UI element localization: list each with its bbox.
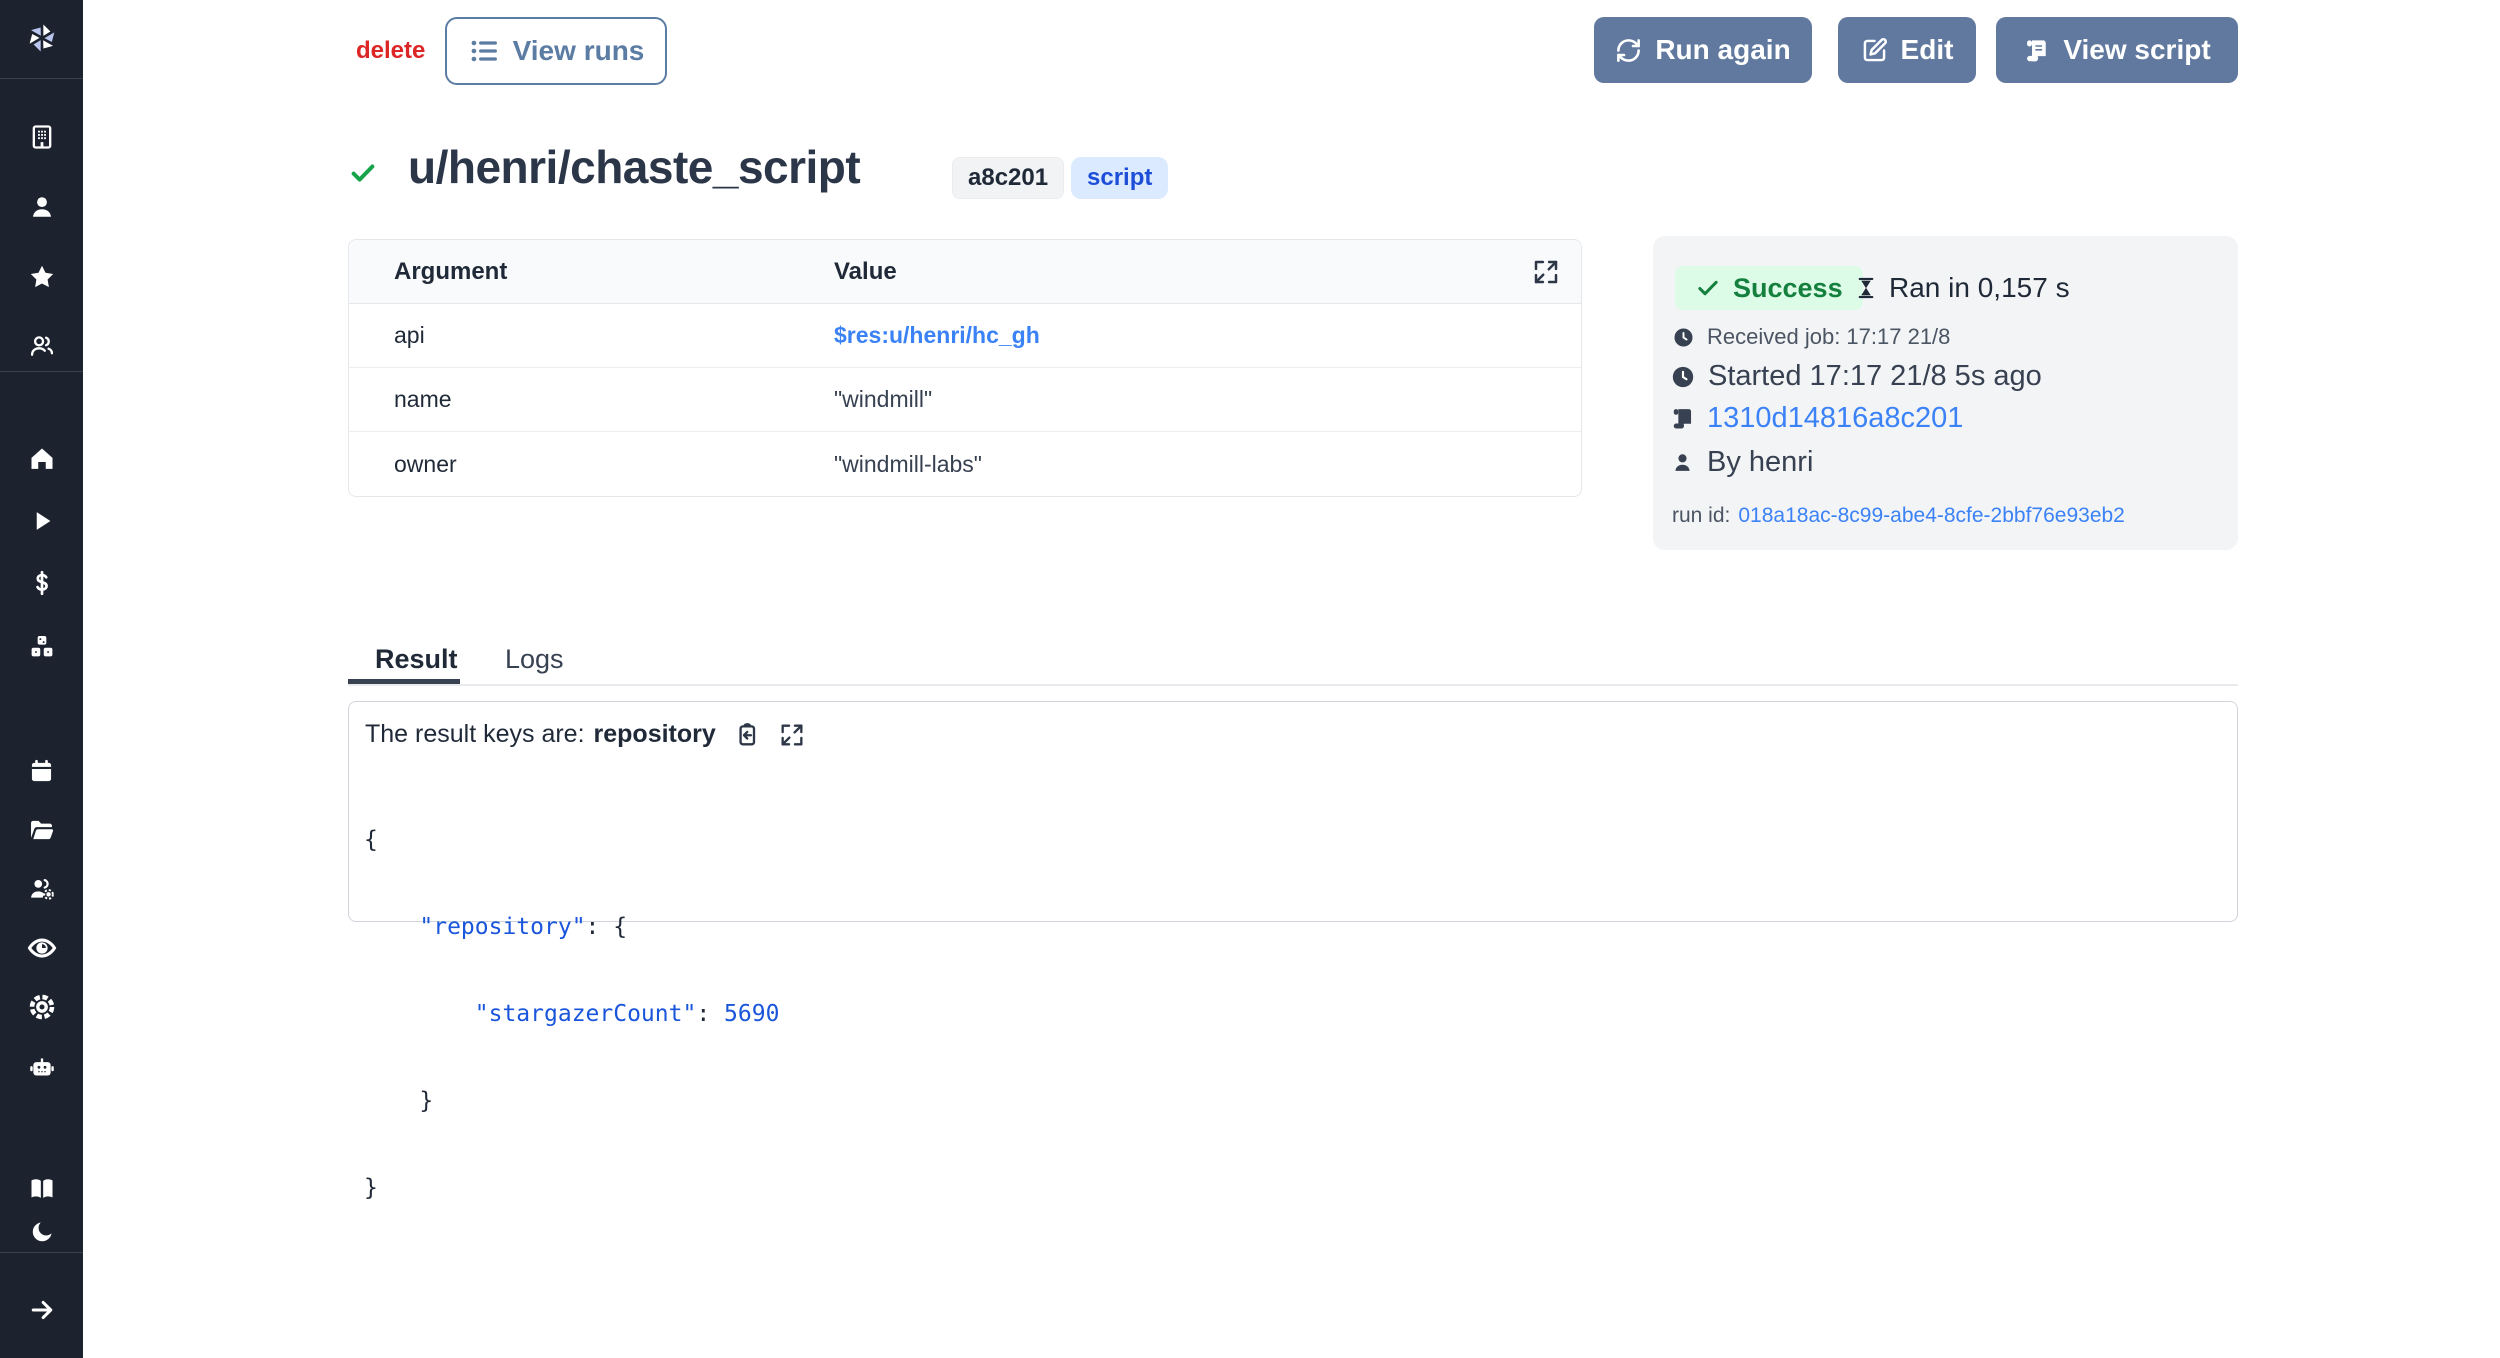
delete-button[interactable]: delete xyxy=(356,37,425,65)
view-runs-button[interactable]: View runs xyxy=(445,17,667,85)
arg-name-cell: api xyxy=(349,322,834,349)
json-line: { xyxy=(364,826,779,855)
workers-gear-icon[interactable] xyxy=(0,867,83,911)
triggered-by-row: By henri xyxy=(1670,446,1813,479)
workspace-building-icon[interactable] xyxy=(0,115,83,159)
expand-result-icon[interactable] xyxy=(778,721,806,749)
sidebar-divider xyxy=(0,371,83,372)
workers-ai-robot-icon[interactable] xyxy=(0,1046,83,1090)
job-id-row: 1310d14816a8c201 xyxy=(1670,402,1963,435)
job-id-link[interactable]: 1310d14816a8c201 xyxy=(1707,402,1963,435)
result-keys-line: The result keys are: repository xyxy=(365,720,806,749)
arguments-table-header: Argument Value xyxy=(349,240,1581,304)
view-script-label: View script xyxy=(2063,34,2210,66)
windmill-logo-icon[interactable] xyxy=(0,14,83,62)
edit-pencil-icon xyxy=(1861,37,1888,64)
user-icon[interactable] xyxy=(0,185,83,229)
clock-icon xyxy=(1670,364,1696,390)
expand-sidebar-arrow-icon[interactable] xyxy=(0,1288,83,1332)
sidebar xyxy=(0,0,83,1358)
result-keys-prefix: The result keys are: xyxy=(365,720,585,749)
tab-logs[interactable]: Logs xyxy=(505,644,564,675)
favorites-star-icon[interactable] xyxy=(0,255,83,299)
edit-label: Edit xyxy=(1901,34,1954,66)
status-badge-label: Success xyxy=(1733,273,1843,304)
groups-icon[interactable] xyxy=(0,324,83,368)
home-icon[interactable] xyxy=(0,437,83,481)
run-id-row: run id: 018a18ac-8c99-abe4-8cfe-2bbf76e9… xyxy=(1672,504,2125,528)
scroll-icon xyxy=(1670,406,1695,431)
arg-name-cell: owner xyxy=(349,451,834,478)
arg-value-resource-link[interactable]: $res:u/henri/hc_gh xyxy=(834,322,1040,349)
run-id-link[interactable]: 018a18ac-8c99-abe4-8cfe-2bbf76e93eb2 xyxy=(1738,504,2124,528)
expand-table-icon[interactable] xyxy=(1531,257,1561,292)
received-job-label: Received job: 17:17 21/8 xyxy=(1707,324,1950,350)
app-window: delete View runs Run again Edit xyxy=(0,0,2500,1358)
triggered-by-label: By henri xyxy=(1707,446,1813,479)
tab-result[interactable]: Result xyxy=(375,644,458,675)
started-row: Started 17:17 21/8 5s ago xyxy=(1670,360,2042,393)
json-line: } xyxy=(364,1174,779,1203)
person-icon xyxy=(1670,450,1695,475)
run-duration: Ran in 0,157 s xyxy=(1853,272,2070,304)
column-argument: Argument xyxy=(349,258,834,286)
clock-icon xyxy=(1672,326,1695,349)
result-json-code: { "repository": { "stargazerCount": 5690… xyxy=(364,768,779,1261)
settings-gear-icon[interactable] xyxy=(0,985,83,1029)
script-hash-badge: a8c201 xyxy=(952,157,1064,199)
table-row: name "windmill" xyxy=(349,368,1581,432)
sidebar-divider xyxy=(0,78,83,79)
tabs-bottom-border xyxy=(348,684,2238,686)
check-icon xyxy=(1695,275,1721,301)
refresh-icon xyxy=(1615,37,1642,64)
list-icon xyxy=(468,35,500,67)
docs-book-icon[interactable] xyxy=(0,1167,83,1211)
success-check-icon xyxy=(348,158,378,193)
view-script-button[interactable]: View script xyxy=(1996,17,2238,83)
run-id-label: run id: xyxy=(1672,504,1730,528)
table-row: owner "windmill-labs" xyxy=(349,432,1581,496)
started-label: Started 17:17 21/8 5s ago xyxy=(1708,360,2042,393)
status-badge: Success xyxy=(1675,266,1863,310)
json-line: } xyxy=(364,1087,779,1116)
column-value: Value xyxy=(834,258,897,286)
json-line: "repository": { xyxy=(364,913,779,942)
arguments-table: Argument Value api $res:u/henri/hc_gh na… xyxy=(348,239,1582,497)
script-type-badge: script xyxy=(1071,157,1168,199)
resources-cubes-icon[interactable] xyxy=(0,625,83,669)
edit-button[interactable]: Edit xyxy=(1838,17,1976,83)
arg-value-cell: "windmill" xyxy=(834,386,932,413)
run-again-button[interactable]: Run again xyxy=(1594,17,1812,83)
result-panel: The result keys are: repository { "repos… xyxy=(348,701,2238,922)
view-runs-label: View runs xyxy=(513,35,645,67)
table-row: api $res:u/henri/hc_gh xyxy=(349,304,1581,368)
result-keys-value: repository xyxy=(594,720,716,749)
run-duration-label: Ran in 0,157 s xyxy=(1889,272,2070,304)
variables-dollar-icon[interactable] xyxy=(0,561,83,605)
run-again-label: Run again xyxy=(1655,34,1790,66)
copy-result-icon[interactable] xyxy=(733,721,761,749)
received-job-row: Received job: 17:17 21/8 xyxy=(1672,324,1950,350)
run-status-panel: Success Ran in 0,157 s Received job: 17:… xyxy=(1653,236,2238,550)
sidebar-divider xyxy=(0,1252,83,1253)
dark-mode-moon-icon[interactable] xyxy=(0,1210,83,1254)
json-line: "stargazerCount": 5690 xyxy=(364,1000,779,1029)
arg-value-cell: "windmill-labs" xyxy=(834,451,982,478)
hourglass-icon xyxy=(1853,275,1879,301)
folders-icon[interactable] xyxy=(0,808,83,852)
page-title: u/henri/chaste_script xyxy=(408,140,860,194)
schedules-calendar-icon[interactable] xyxy=(0,749,83,793)
audit-logs-eye-icon[interactable] xyxy=(0,926,83,970)
arg-name-cell: name xyxy=(349,386,834,413)
scroll-icon xyxy=(2023,37,2050,64)
runs-play-icon[interactable] xyxy=(0,499,83,543)
